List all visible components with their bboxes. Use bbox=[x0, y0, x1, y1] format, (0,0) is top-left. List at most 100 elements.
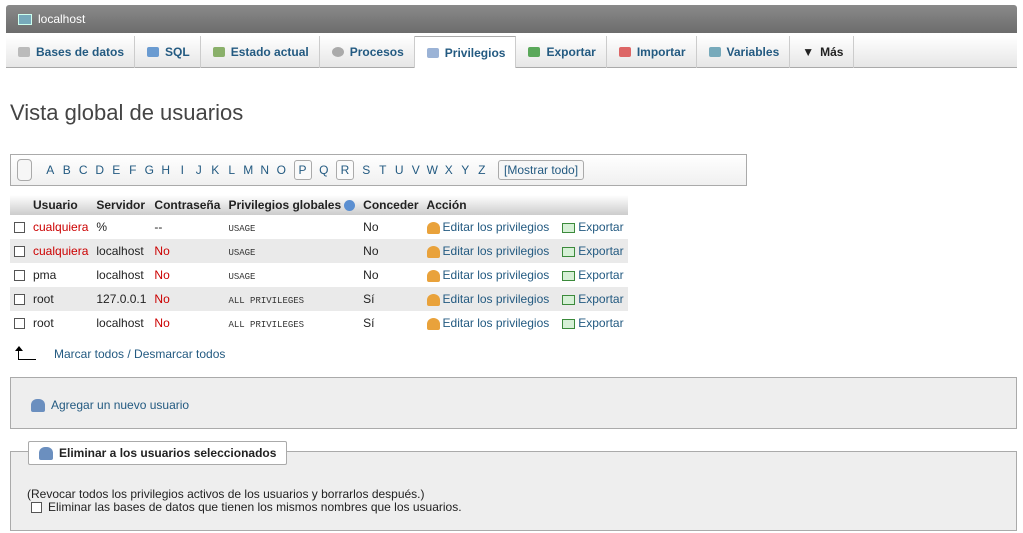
mark-all-row: Marcar todos / Desmarcar todos bbox=[15, 346, 225, 361]
row-checkbox[interactable] bbox=[14, 270, 25, 282]
tab-sql[interactable]: SQL bbox=[135, 36, 201, 68]
initial-i[interactable]: I bbox=[174, 163, 191, 177]
initial-g[interactable]: G bbox=[141, 163, 158, 177]
table-row: pma localhost No USAGE No Editar los privileg… bbox=[10, 263, 628, 287]
initial-p[interactable]: P bbox=[293, 160, 312, 180]
add-user-fieldset: Agregar un nuevo usuario bbox=[10, 377, 1017, 429]
grant-status: Sí bbox=[359, 287, 423, 311]
password-status: -- bbox=[150, 215, 225, 239]
initial-empty-button[interactable] bbox=[17, 159, 32, 181]
row-checkbox[interactable] bbox=[14, 294, 25, 306]
export-link[interactable]: Exportar bbox=[578, 292, 623, 306]
server-icon bbox=[18, 13, 32, 25]
edit-privileges-icon bbox=[426, 221, 440, 234]
drop-db-checkbox[interactable] bbox=[31, 501, 42, 513]
initial-w[interactable]: W bbox=[424, 163, 441, 177]
chevron-down-icon: ▼ bbox=[802, 45, 815, 59]
help-icon[interactable] bbox=[344, 200, 356, 212]
top-menu-tabs: Bases de datos SQL Estado actual Proceso… bbox=[6, 36, 1017, 68]
export-link[interactable]: Exportar bbox=[578, 268, 623, 282]
import-icon bbox=[618, 47, 631, 57]
database-icon bbox=[18, 47, 30, 57]
row-checkbox[interactable] bbox=[14, 246, 25, 258]
initial-x[interactable]: X bbox=[441, 163, 458, 177]
privileges-icon bbox=[426, 47, 439, 58]
export-icon bbox=[528, 47, 541, 57]
initial-s[interactable]: S bbox=[358, 163, 375, 177]
export-link[interactable]: Exportar bbox=[578, 220, 623, 234]
col-contrasena: Contraseña bbox=[150, 195, 225, 215]
grant-status: No bbox=[359, 263, 423, 287]
initial-m[interactable]: M bbox=[240, 163, 257, 177]
export-icon bbox=[562, 318, 576, 329]
tab-bases-de-datos[interactable]: Bases de datos bbox=[6, 36, 136, 68]
edit-privileges-link[interactable]: Editar los privilegios bbox=[443, 268, 550, 282]
user-name: pma bbox=[29, 263, 93, 287]
host-name: localhost bbox=[92, 311, 151, 335]
initial-b[interactable]: B bbox=[59, 163, 76, 177]
edit-privileges-icon bbox=[426, 245, 440, 258]
users-table: Usuario Servidor Contraseña Privilegios … bbox=[10, 195, 628, 335]
global-privileges: ALL PRIVILEGES bbox=[228, 320, 305, 330]
global-privileges: ALL PRIVILEGES bbox=[228, 296, 305, 306]
initial-f[interactable]: F bbox=[125, 163, 142, 177]
show-all-button[interactable]: [Mostrar todo] bbox=[498, 160, 585, 180]
host-name: % bbox=[92, 215, 151, 239]
initial-n[interactable]: N bbox=[257, 163, 274, 177]
initial-y[interactable]: Y bbox=[457, 163, 474, 177]
delete-users-fieldset: Eliminar a los usuarios seleccionados (R… bbox=[10, 441, 1017, 531]
export-link[interactable]: Exportar bbox=[578, 316, 623, 330]
initial-h[interactable]: H bbox=[158, 163, 175, 177]
host-name: 127.0.0.1 bbox=[92, 287, 151, 311]
grant-status: No bbox=[359, 215, 423, 239]
user-name: root bbox=[29, 311, 93, 335]
initial-c[interactable]: C bbox=[75, 163, 92, 177]
password-status: No bbox=[150, 311, 225, 335]
tab-procesos[interactable]: Procesos bbox=[320, 36, 415, 68]
mark-all-link[interactable]: Marcar todos / Desmarcar todos bbox=[54, 347, 225, 361]
row-checkbox[interactable] bbox=[14, 222, 25, 234]
initial-v[interactable]: V bbox=[408, 163, 425, 177]
table-row: cualquiera% -- USAGE No Editar los privilegi… bbox=[10, 215, 628, 239]
initial-e[interactable]: E bbox=[108, 163, 125, 177]
table-row: root 127.0.0.1 No ALL PRIVILEGES Sí Editar lo… bbox=[10, 287, 628, 311]
edit-privileges-icon bbox=[426, 293, 440, 306]
initial-t[interactable]: T bbox=[375, 163, 392, 177]
edit-privileges-icon bbox=[426, 269, 440, 282]
export-link[interactable]: Exportar bbox=[578, 244, 623, 258]
arrow-up-icon bbox=[15, 346, 36, 360]
initial-l[interactable]: L bbox=[224, 163, 241, 177]
password-status: No bbox=[150, 287, 225, 311]
delete-note: (Revocar todos los privilegios activos d… bbox=[27, 487, 425, 501]
initial-r[interactable]: R bbox=[336, 160, 354, 180]
initial-q[interactable]: Q bbox=[316, 163, 333, 177]
initial-u[interactable]: U bbox=[391, 163, 408, 177]
tab-variables[interactable]: Variables bbox=[697, 36, 791, 68]
table-row: root localhost No ALL PRIVILEGES Sí Editar lo… bbox=[10, 311, 628, 335]
initial-j[interactable]: J bbox=[191, 163, 208, 177]
edit-privileges-link[interactable]: Editar los privilegios bbox=[443, 292, 550, 306]
initial-d[interactable]: D bbox=[92, 163, 109, 177]
export-icon bbox=[562, 222, 576, 233]
tab-importar[interactable]: Importar bbox=[607, 36, 697, 68]
page-title: Vista global de usuarios bbox=[10, 100, 244, 125]
initial-z[interactable]: Z bbox=[474, 163, 491, 177]
edit-privileges-link[interactable]: Editar los privilegios bbox=[443, 316, 550, 330]
row-checkbox[interactable] bbox=[14, 318, 25, 330]
sql-icon bbox=[147, 47, 160, 57]
tab-estado-actual[interactable]: Estado actual bbox=[201, 36, 320, 68]
tab-privilegios[interactable]: Privilegios bbox=[414, 36, 517, 68]
edit-privileges-link[interactable]: Editar los privilegios bbox=[443, 220, 550, 234]
user-name: root bbox=[29, 287, 93, 311]
initial-k[interactable]: K bbox=[207, 163, 224, 177]
password-status: No bbox=[150, 263, 225, 287]
initials-filter: ABCDEFGHIJKLMNOPQRSTUVWXYZ [Mostrar todo… bbox=[10, 154, 747, 186]
col-privilegios: Privilegios globales bbox=[224, 195, 360, 215]
tab-exportar[interactable]: Exportar bbox=[516, 36, 607, 68]
server-title[interactable]: localhost bbox=[38, 12, 85, 26]
add-user-link[interactable]: Agregar un nuevo usuario bbox=[31, 398, 189, 412]
initial-o[interactable]: O bbox=[273, 163, 290, 177]
edit-privileges-link[interactable]: Editar los privilegios bbox=[443, 244, 550, 258]
initial-a[interactable]: A bbox=[42, 163, 59, 177]
tab-mas[interactable]: ▼ Más bbox=[790, 36, 855, 68]
